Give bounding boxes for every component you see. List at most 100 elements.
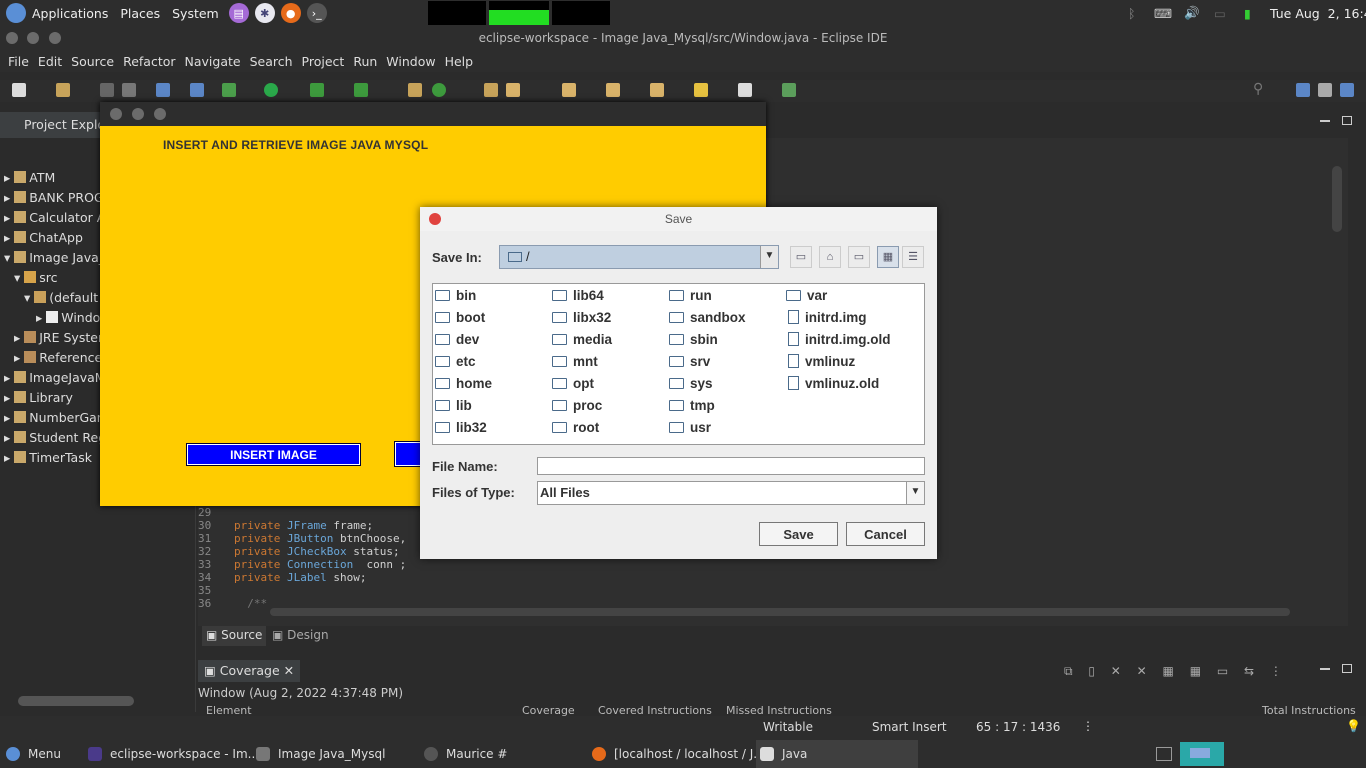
open-perspective-icon[interactable]: [1296, 83, 1310, 97]
list-item[interactable]: var: [786, 288, 827, 303]
new-folder-button[interactable]: ▭: [848, 246, 870, 268]
java-perspective-icon[interactable]: [1318, 83, 1332, 97]
bluetooth-icon[interactable]: ᛒ: [1128, 6, 1136, 21]
taskbar-item[interactable]: Java: [756, 740, 918, 768]
menu-window[interactable]: Window: [386, 54, 435, 69]
save-in-combo[interactable]: / ▼: [499, 245, 779, 269]
list-item[interactable]: lib64: [552, 288, 604, 303]
debug-perspective-icon[interactable]: [1340, 83, 1354, 97]
tip-icon[interactable]: 💡: [1346, 719, 1361, 733]
taskbar-item[interactable]: Maurice #: [424, 740, 507, 768]
list-item[interactable]: proc: [552, 398, 602, 413]
menu-project[interactable]: Project: [302, 54, 345, 69]
volume-icon[interactable]: 🔊: [1184, 5, 1200, 21]
menu-edit[interactable]: Edit: [38, 54, 62, 69]
file-name-input[interactable]: [537, 457, 925, 475]
close-window-button[interactable]: [6, 32, 18, 44]
places-menu[interactable]: Places: [120, 6, 160, 21]
horizontal-scrollbar[interactable]: [18, 696, 134, 706]
tab-design[interactable]: ▣ Design: [272, 626, 329, 646]
tree-item[interactable]: ▸ ImageJavaMy: [4, 370, 113, 385]
list-item[interactable]: opt: [552, 376, 594, 391]
menu-source[interactable]: Source: [71, 54, 114, 69]
tab-source[interactable]: ▣ Source: [202, 626, 267, 646]
list-item[interactable]: run: [669, 288, 712, 303]
list-view-button[interactable]: ▦: [877, 246, 899, 268]
pin-editor-icon[interactable]: [782, 83, 796, 97]
tree-item[interactable]: ▸ BANK PROGR: [4, 190, 112, 205]
list-item[interactable]: mnt: [552, 354, 598, 369]
new-icon[interactable]: [12, 83, 26, 97]
forward-icon[interactable]: [738, 83, 752, 97]
battery-icon[interactable]: ▮: [1244, 6, 1251, 21]
close-dialog-button[interactable]: [429, 213, 441, 225]
editor-vscrollbar[interactable]: [1332, 166, 1342, 232]
coverage-icon[interactable]: [310, 83, 324, 97]
list-item[interactable]: media: [552, 332, 612, 347]
debug-icon[interactable]: [222, 83, 236, 97]
list-item[interactable]: lib32: [435, 420, 487, 435]
tree-item[interactable]: ▸ JRE System: [14, 330, 110, 345]
list-item[interactable]: bin: [435, 288, 476, 303]
keyboard-icon[interactable]: ⌨: [1154, 6, 1172, 21]
tree-item[interactable]: ▸ ChatApp: [4, 230, 83, 245]
list-item[interactable]: sbin: [669, 332, 718, 347]
tree-item[interactable]: ▸ ATM: [4, 170, 55, 185]
firefox-icon[interactable]: ●: [280, 3, 301, 23]
clock[interactable]: Tue Aug 2, 16:43: [1270, 6, 1366, 21]
new-package-icon[interactable]: [56, 83, 70, 97]
show-desktop-icon[interactable]: [1156, 747, 1172, 761]
list-item[interactable]: dev: [435, 332, 479, 347]
file-list[interactable]: bin boot dev etc home lib lib32 lib64 li…: [432, 283, 925, 445]
tree-item[interactable]: ▾ src: [14, 270, 58, 285]
close-window-button[interactable]: [110, 108, 122, 120]
new-java-project-icon[interactable]: [408, 83, 422, 97]
insert-image-button[interactable]: INSERT IMAGE: [186, 443, 361, 466]
applications-menu[interactable]: Applications: [32, 6, 108, 21]
start-menu-button[interactable]: Menu: [6, 740, 61, 768]
search-tool-icon[interactable]: [506, 83, 520, 97]
external-tools-icon[interactable]: [354, 83, 368, 97]
details-view-button[interactable]: ☰: [902, 246, 924, 268]
list-item[interactable]: root: [552, 420, 599, 435]
list-item[interactable]: sandbox: [669, 310, 746, 325]
save-button[interactable]: Save: [759, 522, 838, 546]
menu-search[interactable]: Search: [250, 54, 293, 69]
skip-breakpoints-icon[interactable]: [190, 83, 204, 97]
more-icon[interactable]: ⋮: [1082, 719, 1094, 733]
menu-help[interactable]: Help: [445, 54, 474, 69]
prev-annotation-icon[interactable]: [606, 83, 620, 97]
cancel-button[interactable]: Cancel: [846, 522, 925, 546]
tree-item[interactable]: ▸ Referenced: [14, 350, 110, 365]
save-icon[interactable]: [100, 83, 114, 97]
minimize-view-button[interactable]: [1320, 668, 1330, 670]
tree-item[interactable]: ▾ (default p: [24, 290, 110, 305]
tree-item[interactable]: ▸ Library: [4, 390, 73, 405]
save-all-icon[interactable]: [122, 83, 136, 97]
maximize-view-button[interactable]: [1342, 116, 1352, 125]
chevron-down-icon[interactable]: ▼: [906, 482, 924, 504]
last-edit-icon[interactable]: [650, 83, 664, 97]
close-icon[interactable]: ✕: [284, 663, 294, 678]
search-icon[interactable]: ⚲: [1253, 81, 1267, 97]
taskbar-item[interactable]: [localhost / localhost / J...: [592, 740, 765, 768]
minimize-window-button[interactable]: [132, 108, 144, 120]
menu-run[interactable]: Run: [353, 54, 377, 69]
maximize-window-button[interactable]: [49, 32, 61, 44]
open-type-icon[interactable]: [484, 83, 498, 97]
list-item[interactable]: sys: [669, 376, 713, 391]
home-button[interactable]: ⌂: [819, 246, 841, 268]
list-item[interactable]: lib: [435, 398, 472, 413]
list-item[interactable]: usr: [669, 420, 711, 435]
launcher-icon[interactable]: ▤: [228, 3, 249, 23]
tree-item[interactable]: ▸ Calculator Ap: [4, 210, 113, 225]
list-item[interactable]: initrd.img.old: [788, 332, 891, 347]
tab-coverage[interactable]: ▣ Coverage ✕: [198, 660, 301, 682]
list-item[interactable]: etc: [435, 354, 476, 369]
menu-navigate[interactable]: Navigate: [185, 54, 241, 69]
list-item[interactable]: libx32: [552, 310, 611, 325]
taskbar-item[interactable]: eclipse-workspace - Im...: [88, 740, 259, 768]
workspace-switcher[interactable]: [1180, 742, 1224, 766]
terminal-icon[interactable]: ›_: [306, 3, 327, 23]
minimize-window-button[interactable]: [27, 32, 39, 44]
